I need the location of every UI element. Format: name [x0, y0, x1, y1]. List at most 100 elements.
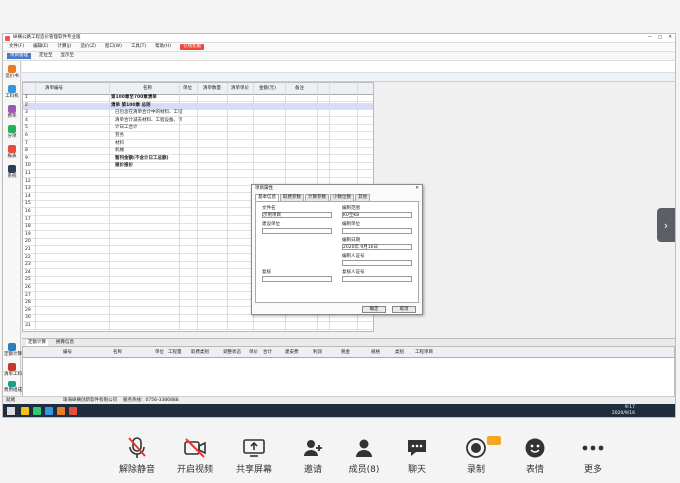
- menu-edit[interactable]: 编辑(E): [33, 44, 48, 50]
- locate-button[interactable]: 定位至: [39, 53, 53, 59]
- row-number: 30: [25, 315, 31, 321]
- emoji-icon: [505, 436, 565, 460]
- compiler-field[interactable]: [342, 228, 412, 234]
- ok-button[interactable]: 确定: [362, 306, 386, 313]
- row-number: 10: [25, 163, 31, 169]
- dialog-body: 文件名 示例项目 编制范围 K0至K8 建设单位 编制单位 编制日期 2020年…: [255, 201, 419, 303]
- builder-field[interactable]: [262, 228, 332, 234]
- chat-button[interactable]: 聊天: [387, 436, 447, 475]
- row-number: 3: [25, 110, 28, 116]
- sidebar-label: 费率: [7, 114, 17, 119]
- col-header: 建安费: [285, 350, 299, 355]
- table-row[interactable]: 10 报价报价: [23, 163, 373, 171]
- sidebar-item-items[interactable]: 分项: [4, 125, 20, 140]
- emoji-button[interactable]: 表情: [505, 436, 565, 475]
- menu-file[interactable]: 文件(F): [9, 44, 24, 50]
- quota-grid: 编号 名称 单位 工程量 取费类别 调整状态 单价 合计 建安费 利润 税金 规格 类别 工程项目: [22, 346, 675, 401]
- row-number: 14: [25, 193, 31, 199]
- more-button[interactable]: 更多: [563, 436, 623, 475]
- table-row[interactable]: 6 劳务: [23, 133, 373, 140]
- col-header: 名称: [113, 350, 122, 355]
- minimize-icon[interactable]: —: [647, 35, 652, 41]
- menu-window[interactable]: 窗口(W): [105, 44, 122, 50]
- compiler-cert-field[interactable]: [342, 260, 412, 266]
- emoji-label: 表情: [525, 465, 544, 475]
- table-row[interactable]: 7 材料: [23, 141, 373, 148]
- members-button[interactable]: 成员(8): [334, 436, 394, 475]
- cancel-button[interactable]: 取消: [392, 306, 416, 313]
- dialog-close-icon[interactable]: ✕: [415, 186, 419, 192]
- row-number: 28: [25, 300, 31, 306]
- maximize-icon[interactable]: □: [658, 35, 662, 41]
- rates-icon: [8, 105, 16, 113]
- tab-project-manage[interactable]: 项目管理: [7, 53, 31, 59]
- file-explorer-icon[interactable]: [21, 407, 29, 415]
- table-row[interactable]: 4 清单合计减去材料、工程设备、专: [23, 118, 373, 125]
- col-header: 单位: [183, 86, 192, 91]
- sidebar-item-materials[interactable]: 工料机: [4, 85, 20, 100]
- sidebar-item-rates[interactable]: 费率: [4, 105, 20, 120]
- tab-calc-params[interactable]: 计算参数: [305, 194, 329, 201]
- sidebar-item-fee-structure[interactable]: 费用组成: [4, 381, 22, 394]
- table-row[interactable]: 30: [23, 315, 373, 323]
- col-header: 名称: [143, 86, 152, 91]
- sub-toolbar: [22, 61, 675, 73]
- tab-other[interactable]: 其他: [355, 194, 370, 201]
- sidebar-item-reports[interactable]: 报表: [4, 145, 20, 160]
- menu-calc[interactable]: 计算(J): [57, 44, 71, 50]
- col-header: 金额(元): [259, 86, 277, 91]
- row-number: 7: [25, 140, 28, 146]
- row-number: 2: [25, 102, 28, 108]
- table-row[interactable]: 9 暂列金额(不含计日工总额): [23, 156, 373, 163]
- reviewer-cert-field[interactable]: [342, 276, 412, 282]
- col-header: 清单数量: [203, 86, 221, 91]
- app-taskbar-icon[interactable]: [57, 407, 65, 415]
- more-label: 更多: [583, 465, 602, 475]
- scope-field[interactable]: K0至K8: [342, 212, 412, 218]
- file-name-field[interactable]: 示例项目: [262, 212, 332, 218]
- sidebar-item-system[interactable]: 系统: [4, 165, 20, 180]
- sidebar-label: 报表: [7, 154, 17, 159]
- col-header: 工程量: [168, 350, 182, 355]
- online-service-button[interactable]: 在线客服: [180, 44, 205, 50]
- sidebar-item-quota-calc[interactable]: 定额计算: [4, 343, 22, 358]
- sidebar-item-list-materials[interactable]: 清单工料: [4, 363, 22, 378]
- menu-cost[interactable]: 造价(Z): [80, 44, 96, 50]
- chevron-right-icon: ›: [663, 218, 669, 232]
- col-header: 工程项目: [415, 350, 433, 355]
- row-number: 16: [25, 209, 31, 214]
- browser-icon[interactable]: [45, 407, 53, 415]
- wechat-icon[interactable]: [33, 407, 41, 415]
- side-panel-arrow[interactable]: ›: [657, 208, 675, 242]
- table-row[interactable]: 11: [23, 171, 373, 178]
- menu-tools[interactable]: 工具(T): [131, 44, 146, 50]
- unmute-button[interactable]: 解除静音: [107, 436, 167, 475]
- row-name: 第100章至700章清单: [111, 95, 157, 100]
- compile-date-field[interactable]: 2020年 9月16日: [342, 244, 412, 250]
- shared-screen: 纵横公路工程造价管理软件专业版 — □ ✕ 文件(F) 编辑(E) 计算(J) …: [2, 33, 676, 418]
- menu-help[interactable]: 帮助(H): [155, 44, 171, 50]
- table-row[interactable]: 1 第100章至700章清单: [23, 95, 373, 102]
- table-row[interactable]: 5 计日工合计: [23, 125, 373, 133]
- tab-decimals[interactable]: 小数位数: [330, 194, 354, 201]
- record-label: 录制: [466, 465, 485, 475]
- share-screen-button[interactable]: 共享屏幕: [224, 436, 284, 475]
- table-row[interactable]: 8 机械: [23, 148, 373, 156]
- table-row[interactable]: 31: [23, 323, 373, 330]
- row-number: 27: [25, 292, 31, 298]
- table-row[interactable]: 2 清单 第100章 总则: [23, 102, 373, 110]
- display-button[interactable]: 显示至: [61, 53, 75, 59]
- dialog-tabs: 基本信息 取费参数 计算参数 小数位数 其他: [255, 194, 370, 201]
- system-icon: [8, 165, 16, 173]
- start-video-button[interactable]: 开启视频: [165, 436, 225, 475]
- cost-software-taskbar-icon[interactable]: [69, 407, 77, 415]
- col-header: 取费类别: [191, 350, 209, 355]
- record-badge: [487, 436, 501, 445]
- tab-fee-params[interactable]: 取费参数: [280, 194, 304, 201]
- reviewer-field[interactable]: [262, 276, 332, 282]
- close-icon[interactable]: ✕: [668, 35, 672, 41]
- tab-basic-info[interactable]: 基本信息: [255, 194, 279, 201]
- table-row[interactable]: 3 已包含在清单合计中的材料、工程: [23, 110, 373, 118]
- sidebar-item-cost-book[interactable]: 造价书: [4, 65, 20, 80]
- windows-start-icon[interactable]: [7, 407, 15, 415]
